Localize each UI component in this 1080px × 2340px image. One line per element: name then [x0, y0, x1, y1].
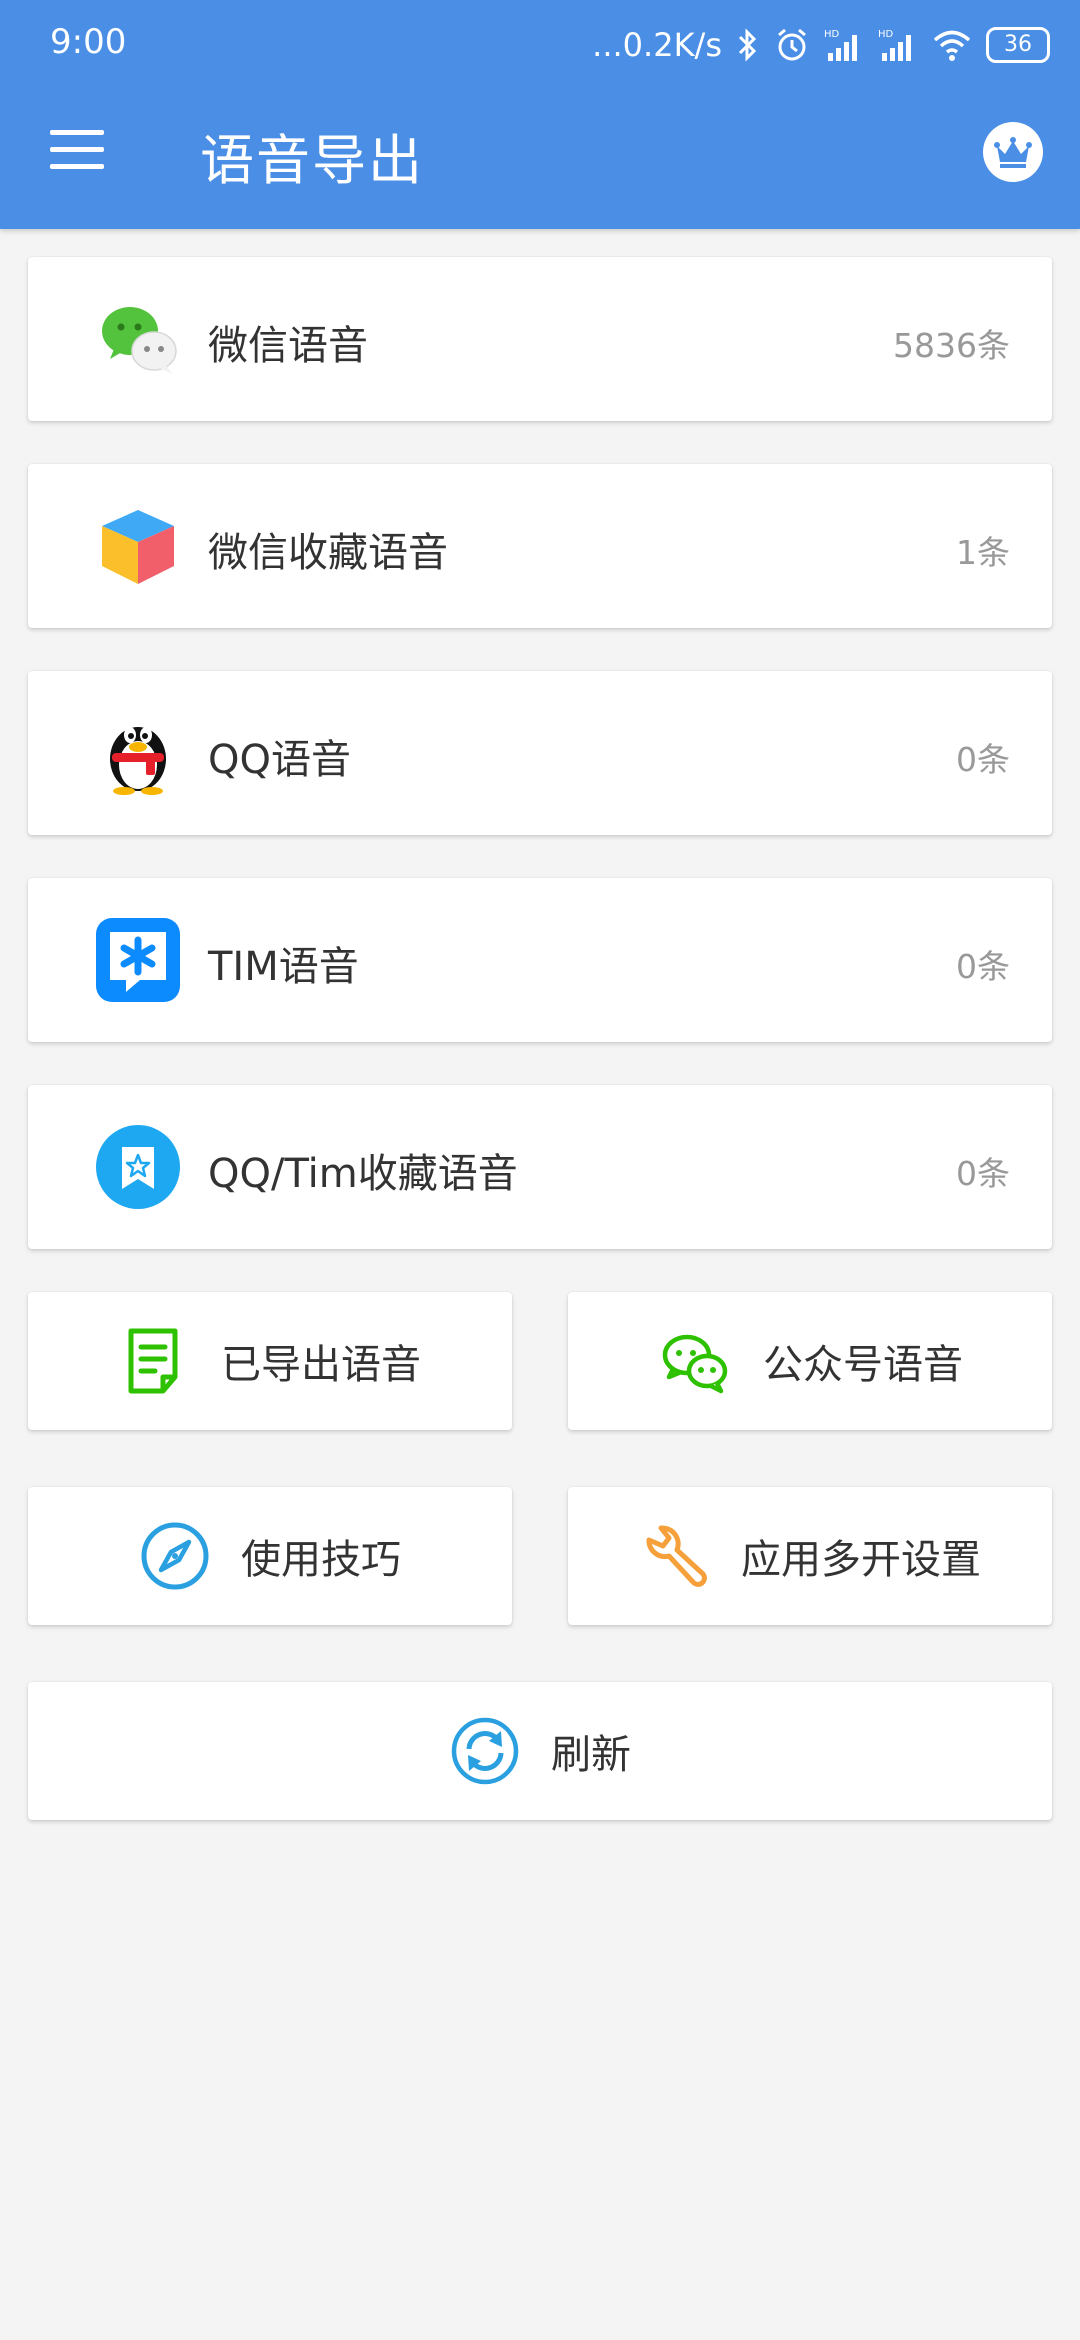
net-speed: ...0.2K/s — [592, 26, 722, 64]
wechat-outline-icon — [662, 1334, 728, 1394]
crown-icon — [994, 137, 1032, 168]
refresh-label: 刷新 — [551, 1732, 631, 1778]
cube-icon — [102, 510, 174, 584]
refresh-button[interactable]: 刷新 — [28, 1682, 1052, 1820]
source-row-qq[interactable]: QQ语音 0条 — [28, 671, 1052, 835]
row-label: 微信收藏语音 — [208, 530, 448, 576]
refresh-icon — [451, 1717, 519, 1785]
status-icons: ...0.2K/s HD HD 36 — [592, 20, 1050, 70]
app-bar: 9:00 ...0.2K/s HD HD 36 语音导出 — [0, 0, 1080, 229]
row-count: 1条 — [956, 533, 1010, 572]
exported-voices-label: 已导出语音 — [221, 1342, 421, 1388]
source-row-wechat-favorites[interactable]: 微信收藏语音 1条 — [28, 464, 1052, 628]
svg-text:HD: HD — [878, 29, 894, 40]
tim-icon — [96, 918, 180, 1002]
vip-button[interactable] — [983, 122, 1043, 182]
document-icon — [128, 1328, 178, 1394]
signal-1-icon: HD — [824, 29, 857, 61]
wechat-icon — [102, 307, 177, 374]
battery-indicator: 36 — [986, 27, 1050, 63]
row-label: QQ语音 — [208, 737, 351, 783]
source-row-qq-tim-favorites[interactable]: QQ/Tim收藏语音 0条 — [28, 1085, 1052, 1249]
qq-penguin-icon — [110, 727, 166, 795]
usage-tips-label: 使用技巧 — [241, 1537, 401, 1583]
source-row-wechat[interactable]: 微信语音 5836条 — [28, 257, 1052, 421]
row-label: TIM语音 — [208, 944, 359, 990]
wrench-icon — [646, 1525, 707, 1587]
star-bookmark-icon — [96, 1125, 180, 1209]
row-label: 微信语音 — [208, 323, 368, 369]
row-label: QQ/Tim收藏语音 — [208, 1151, 518, 1197]
row-count: 0条 — [956, 947, 1010, 986]
menu-icon — [50, 130, 104, 135]
multi-open-settings-label: 应用多开设置 — [741, 1537, 981, 1583]
page-title: 语音导出 — [200, 129, 424, 192]
multi-open-settings-button[interactable]: 应用多开设置 — [568, 1487, 1052, 1625]
alarm-icon — [778, 28, 806, 61]
compass-icon — [141, 1522, 209, 1590]
wifi-icon — [933, 30, 971, 61]
row-count: 0条 — [956, 740, 1010, 779]
exported-voices-button[interactable]: 已导出语音 — [28, 1292, 512, 1430]
official-account-voices-button[interactable]: 公众号语音 — [568, 1292, 1052, 1430]
row-count: 5836条 — [893, 326, 1010, 365]
official-account-voices-label: 公众号语音 — [763, 1342, 963, 1388]
row-count: 0条 — [956, 1154, 1010, 1193]
usage-tips-button[interactable]: 使用技巧 — [28, 1487, 512, 1625]
signal-2-icon: HD — [878, 29, 911, 61]
menu-button[interactable] — [50, 130, 104, 170]
bluetooth-icon — [738, 28, 757, 62]
svg-text:HD: HD — [824, 29, 840, 40]
status-time: 9:00 — [50, 22, 127, 62]
source-row-tim[interactable]: TIM语音 0条 — [28, 878, 1052, 1042]
